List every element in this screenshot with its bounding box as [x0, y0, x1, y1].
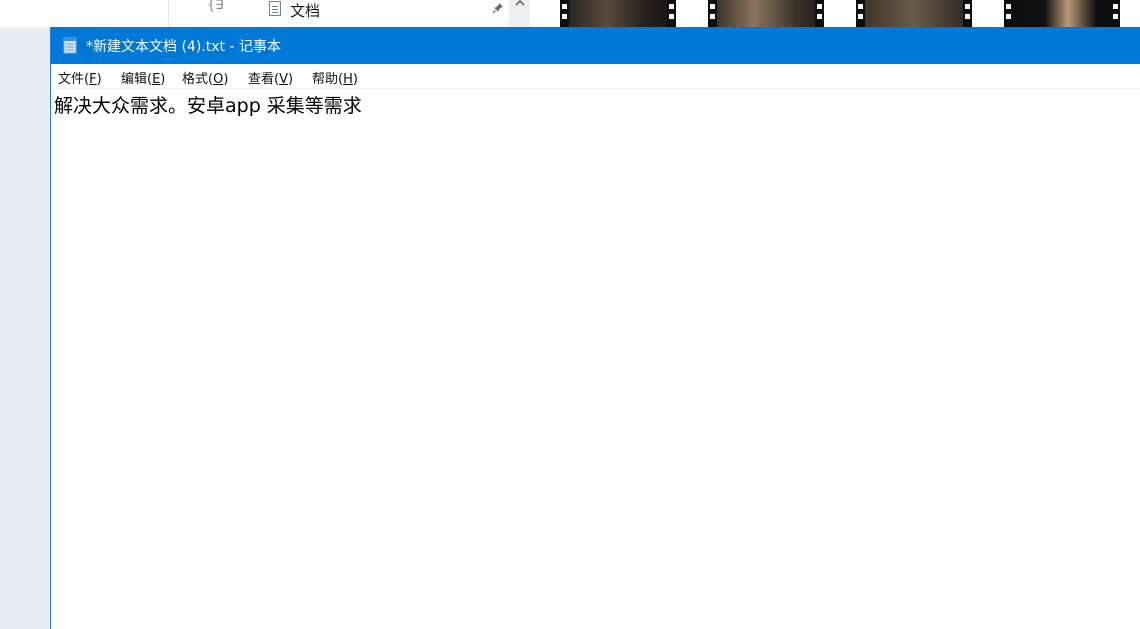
- menu-format[interactable]: 格式(O): [182, 68, 228, 87]
- video-thumbnail[interactable]: [708, 0, 824, 27]
- menu-view-label: 查看(: [248, 72, 280, 87]
- menu-view-close: ): [287, 72, 294, 87]
- explorer-left-pane: [0, 0, 168, 27]
- menu-file-close: ): [96, 72, 102, 87]
- text-editor-area[interactable]: 解决大众需求。安卓app 采集等需求: [51, 89, 1140, 629]
- menu-format-accel: O: [213, 72, 224, 87]
- film-strip-icon: [1111, 0, 1120, 27]
- nav-item-documents-label: 文档: [290, 2, 321, 20]
- explorer-thumbnail-area: [530, 0, 1140, 27]
- menu-view[interactable]: 查看(V): [248, 68, 293, 87]
- scroll-up-arrow-icon[interactable]: [514, 0, 526, 11]
- title-bar[interactable]: *新建文本文档 (4).txt - 记事本: [51, 27, 1140, 64]
- notepad-icon[interactable]: [62, 36, 78, 54]
- video-thumbnail[interactable]: [1004, 0, 1120, 27]
- menu-help-close: ): [352, 72, 358, 87]
- film-strip-icon: [963, 0, 972, 27]
- menu-edit-label: 编辑(: [121, 72, 153, 87]
- window-title: *新建文本文档 (4).txt - 记事本: [86, 39, 281, 55]
- nav-pane-scrollbar[interactable]: [509, 0, 531, 27]
- menu-edit-close: ): [160, 72, 166, 87]
- file-explorer-window: {∃ 文档: [0, 0, 1140, 27]
- video-thumbnail[interactable]: [560, 0, 676, 27]
- film-strip-icon: [856, 0, 865, 27]
- menu-help-accel: H: [343, 72, 353, 87]
- nav-item-fragment: {∃: [207, 0, 224, 13]
- notepad-window: *新建文本文档 (4).txt - 记事本 文件(F) 编辑(E) 格式(O) …: [50, 27, 1140, 629]
- menu-view-accel: V: [279, 72, 288, 87]
- film-strip-icon: [1004, 0, 1013, 27]
- menu-edit[interactable]: 编辑(E): [121, 68, 165, 87]
- menu-file-label: 文件(: [58, 72, 90, 87]
- document-folder-icon: [269, 1, 281, 16]
- editor-content[interactable]: 解决大众需求。安卓app 采集等需求: [54, 91, 362, 118]
- film-strip-icon: [667, 0, 676, 27]
- menu-file[interactable]: 文件(F): [58, 68, 102, 87]
- explorer-navigation-pane: {∃ 文档: [168, 0, 531, 27]
- video-thumbnail[interactable]: [856, 0, 972, 27]
- menu-help[interactable]: 帮助(H): [312, 68, 358, 87]
- menu-format-label: 格式(: [182, 72, 214, 87]
- film-strip-icon: [708, 0, 717, 27]
- menu-file-accel: F: [89, 72, 97, 87]
- film-strip-icon: [560, 0, 569, 27]
- menu-bar: 文件(F) 编辑(E) 格式(O) 查看(V) 帮助(H): [51, 64, 1140, 89]
- menu-help-label: 帮助(: [312, 72, 344, 87]
- menu-format-close: ): [223, 72, 229, 87]
- film-strip-icon: [815, 0, 824, 27]
- pin-icon[interactable]: [492, 2, 504, 17]
